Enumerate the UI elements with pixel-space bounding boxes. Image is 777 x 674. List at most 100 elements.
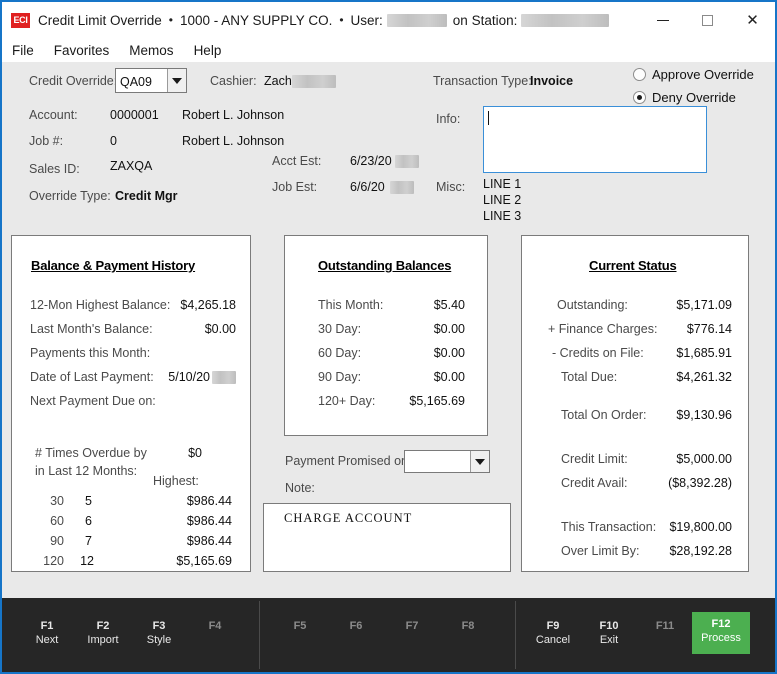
overdue-row-2-count: 7	[85, 534, 92, 548]
maximize-icon	[702, 14, 713, 26]
balance-row-1-label: Last Month's Balance:	[30, 322, 153, 336]
fkey-f1-label: Next	[35, 634, 59, 646]
chevron-down-icon	[172, 77, 182, 84]
overdue-row-1-days: 60	[50, 514, 64, 528]
overdue-row-0-days: 30	[50, 494, 64, 508]
fkey-f8: F8	[440, 619, 496, 633]
status-row-5-label: Credit Limit:	[561, 452, 628, 466]
close-button[interactable]: ✕	[730, 2, 775, 38]
job-number-label: Job #:	[29, 134, 64, 148]
payment-promised-combo[interactable]	[404, 450, 490, 473]
credit-override-combo[interactable]: QA09	[115, 68, 187, 93]
credit-override-label: Credit Override:	[29, 74, 118, 88]
user-label: User:	[350, 12, 383, 28]
note-label: Note:	[285, 481, 315, 495]
payment-promised-dropdown-button[interactable]	[470, 451, 489, 472]
fkey-f7: F7	[384, 619, 440, 633]
fkey-f5: F5	[272, 619, 328, 633]
title-separator-2: •	[339, 13, 344, 27]
menu-bar: File Favorites Memos Help	[2, 38, 775, 62]
fkey-f4-num: F4	[208, 620, 222, 632]
fkey-f4: F4	[187, 619, 243, 633]
credit-override-dropdown-button[interactable]	[167, 69, 186, 92]
fkey-f9-cancel[interactable]: F9 Cancel	[525, 619, 581, 647]
status-row-7-value: $19,800.00	[669, 520, 732, 534]
overdue-row-3-count: 12	[80, 554, 94, 568]
note-textarea[interactable]: CHARGE ACCOUNT	[263, 503, 511, 572]
balance-panel-title: Balance & Payment History	[31, 258, 196, 273]
misc-line-2: LINE 2	[483, 193, 522, 207]
misc-label: Misc:	[436, 180, 466, 194]
status-row-4-label: Total On Order:	[561, 408, 647, 422]
job-est-label: Job Est:	[272, 180, 318, 194]
status-row-5-value: $5,000.00	[676, 452, 732, 466]
status-row-4-value: $9,130.96	[676, 408, 732, 422]
status-row-2-value: $1,685.91	[676, 346, 732, 360]
user-name-redacted	[386, 13, 447, 27]
sales-id-value: ZAXQA	[110, 159, 153, 173]
station-name-redacted	[521, 13, 610, 27]
station-label: on Station:	[452, 12, 518, 28]
menu-item-favorites[interactable]: Favorites	[54, 43, 110, 58]
transaction-type-value: Invoice	[530, 74, 574, 88]
fkey-f2-import[interactable]: F2 Import	[75, 619, 131, 647]
fkey-f5-num: F5	[293, 620, 307, 632]
misc-line-1: LINE 1	[483, 177, 522, 191]
outstanding-balances-panel: Outstanding Balances This Month: $5.40 3…	[284, 235, 488, 436]
balance-row-4-label: Next Payment Due on:	[30, 394, 156, 408]
fkey-f7-num: F7	[405, 620, 419, 632]
cashier-redacted	[292, 75, 336, 88]
outstanding-row-2-value: $0.00	[433, 346, 465, 360]
fkey-f8-num: F8	[461, 620, 475, 632]
fkey-f6-num: F6	[349, 620, 363, 632]
deny-override-radio[interactable]	[633, 91, 646, 104]
outstanding-row-0-label: This Month:	[318, 298, 384, 312]
overdue-row-0-count: 5	[85, 494, 92, 508]
deny-override-label: Deny Override	[652, 90, 736, 105]
current-status-panel: Current Status Outstanding: $5,171.09 + …	[521, 235, 749, 572]
account-label: Account:	[29, 108, 78, 122]
balance-row-0-value: $4,265.18	[180, 298, 236, 312]
payment-promised-value	[405, 451, 470, 472]
info-label: Info:	[436, 112, 461, 126]
status-row-7-label: This Transaction:	[561, 520, 657, 534]
status-row-3-value: $4,261.32	[676, 370, 732, 384]
menu-item-file[interactable]: File	[12, 43, 34, 58]
balance-row-3-value: 5/10/20	[168, 370, 210, 384]
fkey-f12-process[interactable]: F12 Process	[692, 612, 750, 654]
sales-id-label: Sales ID:	[29, 162, 80, 176]
approve-override-radio[interactable]	[633, 68, 646, 81]
info-textarea[interactable]	[483, 106, 707, 173]
overdue-row-3-highest: $5,165.69	[176, 554, 232, 568]
note-text: CHARGE ACCOUNT	[284, 511, 413, 525]
account-name: Robert L. Johnson	[182, 108, 285, 122]
payment-promised-label: Payment Promised on:	[285, 454, 412, 468]
outstanding-row-0-value: $5.40	[433, 298, 465, 312]
fkey-f6: F6	[328, 619, 384, 633]
balance-payment-history-panel: Balance & Payment History 12-Mon Highest…	[11, 235, 251, 572]
approve-override-radio-row[interactable]: Approve Override	[633, 67, 754, 82]
overdue-row-1-highest: $986.44	[186, 514, 232, 528]
fkey-f12-label: Process	[701, 632, 741, 644]
window-title-text: Credit Limit Override	[38, 12, 162, 28]
menu-item-help[interactable]: Help	[194, 43, 222, 58]
fkey-f10-label: Exit	[599, 634, 619, 646]
menu-item-memos[interactable]: Memos	[129, 43, 173, 58]
fkey-f11: F11	[637, 619, 693, 633]
fkey-f10-exit[interactable]: F10 Exit	[581, 619, 637, 647]
job-number-value: 0	[110, 134, 117, 148]
deny-override-radio-row[interactable]: Deny Override	[633, 90, 736, 105]
minimize-button[interactable]	[640, 2, 685, 38]
maximize-button[interactable]	[685, 2, 730, 38]
fkey-f3-style[interactable]: F3 Style	[131, 619, 187, 647]
fkey-f1-next[interactable]: F1 Next	[19, 619, 75, 647]
close-icon: ✕	[746, 12, 759, 29]
credit-override-value: QA09	[120, 74, 152, 89]
status-row-8-value: $28,192.28	[669, 544, 732, 558]
fkey-f2-num: F2	[96, 620, 110, 632]
job-est-redacted	[390, 181, 414, 194]
misc-line-3: LINE 3	[483, 209, 522, 223]
fkey-f11-num: F11	[655, 620, 675, 632]
fkey-divider-2	[515, 601, 516, 669]
status-row-0-label: Outstanding:	[557, 298, 628, 312]
